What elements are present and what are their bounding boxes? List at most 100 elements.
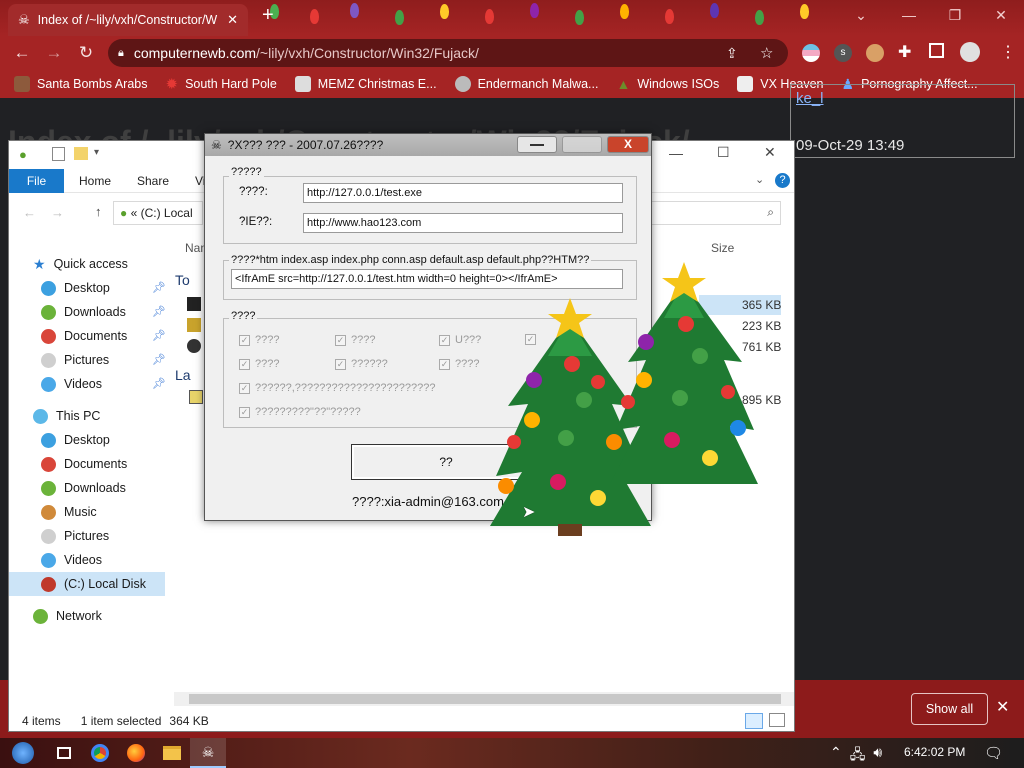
nav-this-pc[interactable]: This PC <box>33 405 100 427</box>
bookmark-item[interactable]: MEMZ Christmas E... <box>294 76 437 92</box>
maximize-icon[interactable]: ☐ <box>717 144 730 161</box>
bookmark-item[interactable]: Endermanch Malwa... <box>454 76 598 92</box>
avatar-extension-icon[interactable] <box>866 44 884 62</box>
nav-item-pc-desktop[interactable]: Desktop <box>41 429 110 451</box>
archive-file-icon <box>189 390 203 404</box>
close-button[interactable]: X <box>607 136 649 153</box>
nav-item-pc-documents[interactable]: Documents <box>41 453 127 475</box>
show-all-button[interactable]: Show all <box>911 693 988 725</box>
bookmark-star-icon[interactable]: ☆ <box>760 44 773 62</box>
iframe-code-input[interactable] <box>231 269 623 289</box>
tab-search-icon[interactable]: ⌄ <box>838 0 884 30</box>
help-icon[interactable]: ? <box>775 173 790 188</box>
address-bar[interactable]: 🔒︎ computernewb.com/~lily/vxh/Constructo… <box>108 39 788 67</box>
nav-network[interactable]: Network <box>33 605 102 627</box>
file-explorer-icon[interactable] <box>154 738 190 768</box>
s-extension-icon[interactable]: s <box>834 44 852 62</box>
new-folder-icon[interactable] <box>74 147 88 160</box>
nav-item-desktop[interactable]: Desktop <box>41 277 110 299</box>
nav-item-documents[interactable]: Documents <box>41 325 127 347</box>
close-download-bar-icon[interactable]: ✕ <box>996 697 1009 717</box>
flag-extension-icon[interactable] <box>802 44 820 62</box>
desktop-icon <box>41 432 56 448</box>
reload-icon[interactable]: ↻ <box>70 37 102 69</box>
nav-item-pc-videos[interactable]: Videos <box>41 549 102 571</box>
option-checkbox[interactable]: ✓ U??? <box>439 334 481 346</box>
homepage-url-input[interactable] <box>303 213 623 233</box>
christmas-light-decoration <box>310 9 319 24</box>
puzzle-extensions-icon[interactable]: ✚ <box>898 42 911 62</box>
minimize-icon[interactable]: — <box>669 145 683 161</box>
group-header-last[interactable]: La <box>175 367 191 383</box>
large-icons-view-icon[interactable] <box>769 713 785 727</box>
browser-tab[interactable]: ☠ Index of /~lily/vxh/Constructor/W ✕ <box>8 4 248 36</box>
chevron-down-icon[interactable]: ▾ <box>94 147 99 158</box>
scrollbar-thumb[interactable] <box>189 694 781 704</box>
pin-icon[interactable]: 📌︎ <box>152 353 166 366</box>
option-checkbox[interactable]: ✓?????? <box>335 358 388 370</box>
option-checkbox[interactable]: ✓???? <box>239 358 279 370</box>
bookmark-item[interactable]: ✹ South Hard Pole <box>165 75 276 93</box>
tab-share[interactable]: Share <box>137 169 169 193</box>
tab-home[interactable]: Home <box>79 169 111 193</box>
download-url-input[interactable] <box>303 183 623 203</box>
pin-icon[interactable]: 📌︎ <box>152 377 166 390</box>
firefox-icon[interactable] <box>118 738 154 768</box>
up-icon[interactable]: ↑ <box>95 204 102 219</box>
taskbar-clock[interactable]: 6:42:02 PM <box>904 745 965 759</box>
nav-item-downloads[interactable]: Downloads <box>41 301 126 323</box>
close-window-icon[interactable]: ✕ <box>978 0 1024 30</box>
column-header-size[interactable]: Size <box>711 241 734 255</box>
group-header-today[interactable]: To <box>175 272 190 288</box>
profile-avatar[interactable] <box>960 42 980 62</box>
option-checkbox[interactable]: ✓ ?????????"??"????? <box>239 406 361 418</box>
chrome-icon[interactable] <box>82 738 118 768</box>
task-view-icon[interactable] <box>46 738 82 768</box>
forward-icon[interactable]: → <box>51 205 64 220</box>
close-icon[interactable]: ✕ <box>227 12 238 28</box>
nav-item-pc-music[interactable]: Music <box>41 501 97 523</box>
explorer-address-box[interactable]: ● « (C:) Local <box>113 201 203 225</box>
new-tab-button[interactable]: + <box>262 4 274 27</box>
details-view-icon[interactable] <box>745 713 763 729</box>
network-icon[interactable]: 🖧︎ <box>850 744 866 768</box>
tree-folder-icon: ● <box>120 206 128 220</box>
minimize-icon[interactable]: — <box>886 0 932 30</box>
properties-icon[interactable] <box>52 147 65 161</box>
notifications-icon[interactable]: 🗨︎ <box>984 744 1003 762</box>
option-checkbox[interactable]: ✓??????,??????????????????????? <box>239 382 435 394</box>
bookmark-item[interactable]: Santa Bombs Arabs <box>14 76 147 92</box>
pin-icon[interactable]: 📌︎ <box>152 281 166 294</box>
option-checkbox[interactable]: ✓???? <box>239 334 279 346</box>
minimize-button[interactable] <box>517 136 557 153</box>
start-button[interactable] <box>0 738 46 768</box>
share-icon[interactable]: ⇪ <box>726 45 738 62</box>
desktop-icon <box>41 280 56 296</box>
chevron-up-icon[interactable]: ⌃ <box>830 744 842 768</box>
nav-item-pc-downloads[interactable]: Downloads <box>41 477 126 499</box>
pin-icon[interactable]: 📌︎ <box>152 305 166 318</box>
nav-item-pc-pictures[interactable]: Pictures <box>41 525 109 547</box>
option-checkbox[interactable]: ✓???? <box>439 358 479 370</box>
nav-item-local-disk[interactable]: (C:) Local Disk <box>41 573 146 595</box>
downloads-icon <box>41 480 56 496</box>
nav-quick-access[interactable]: ★ Quick access <box>33 253 128 275</box>
nav-item-pictures[interactable]: Pictures <box>41 349 109 371</box>
restore-icon[interactable]: ❐ <box>932 0 978 30</box>
pirate-app-taskbar-icon[interactable]: ☠ <box>190 738 226 768</box>
file-link[interactable]: ke_l <box>796 90 824 107</box>
nav-item-videos[interactable]: Videos <box>41 373 102 395</box>
side-panel-icon[interactable] <box>929 43 944 58</box>
christmas-light-decoration <box>350 3 359 18</box>
option-checkbox[interactable]: ✓???? <box>335 334 375 346</box>
forward-icon[interactable]: → <box>38 37 70 69</box>
back-icon[interactable]: ← <box>6 37 38 69</box>
volume-icon[interactable]: 🔊︎ <box>873 744 882 768</box>
pin-icon[interactable]: 📌︎ <box>152 329 166 342</box>
tab-file[interactable]: File <box>9 169 64 193</box>
chevron-down-icon[interactable]: ⌄ <box>755 173 764 186</box>
bookmark-item[interactable]: ▲ Windows ISOs <box>616 76 719 92</box>
menu-kebab-icon[interactable]: ⋮ <box>1000 42 1016 62</box>
close-icon[interactable]: ✕ <box>764 144 776 161</box>
back-icon[interactable]: ← <box>23 205 36 220</box>
